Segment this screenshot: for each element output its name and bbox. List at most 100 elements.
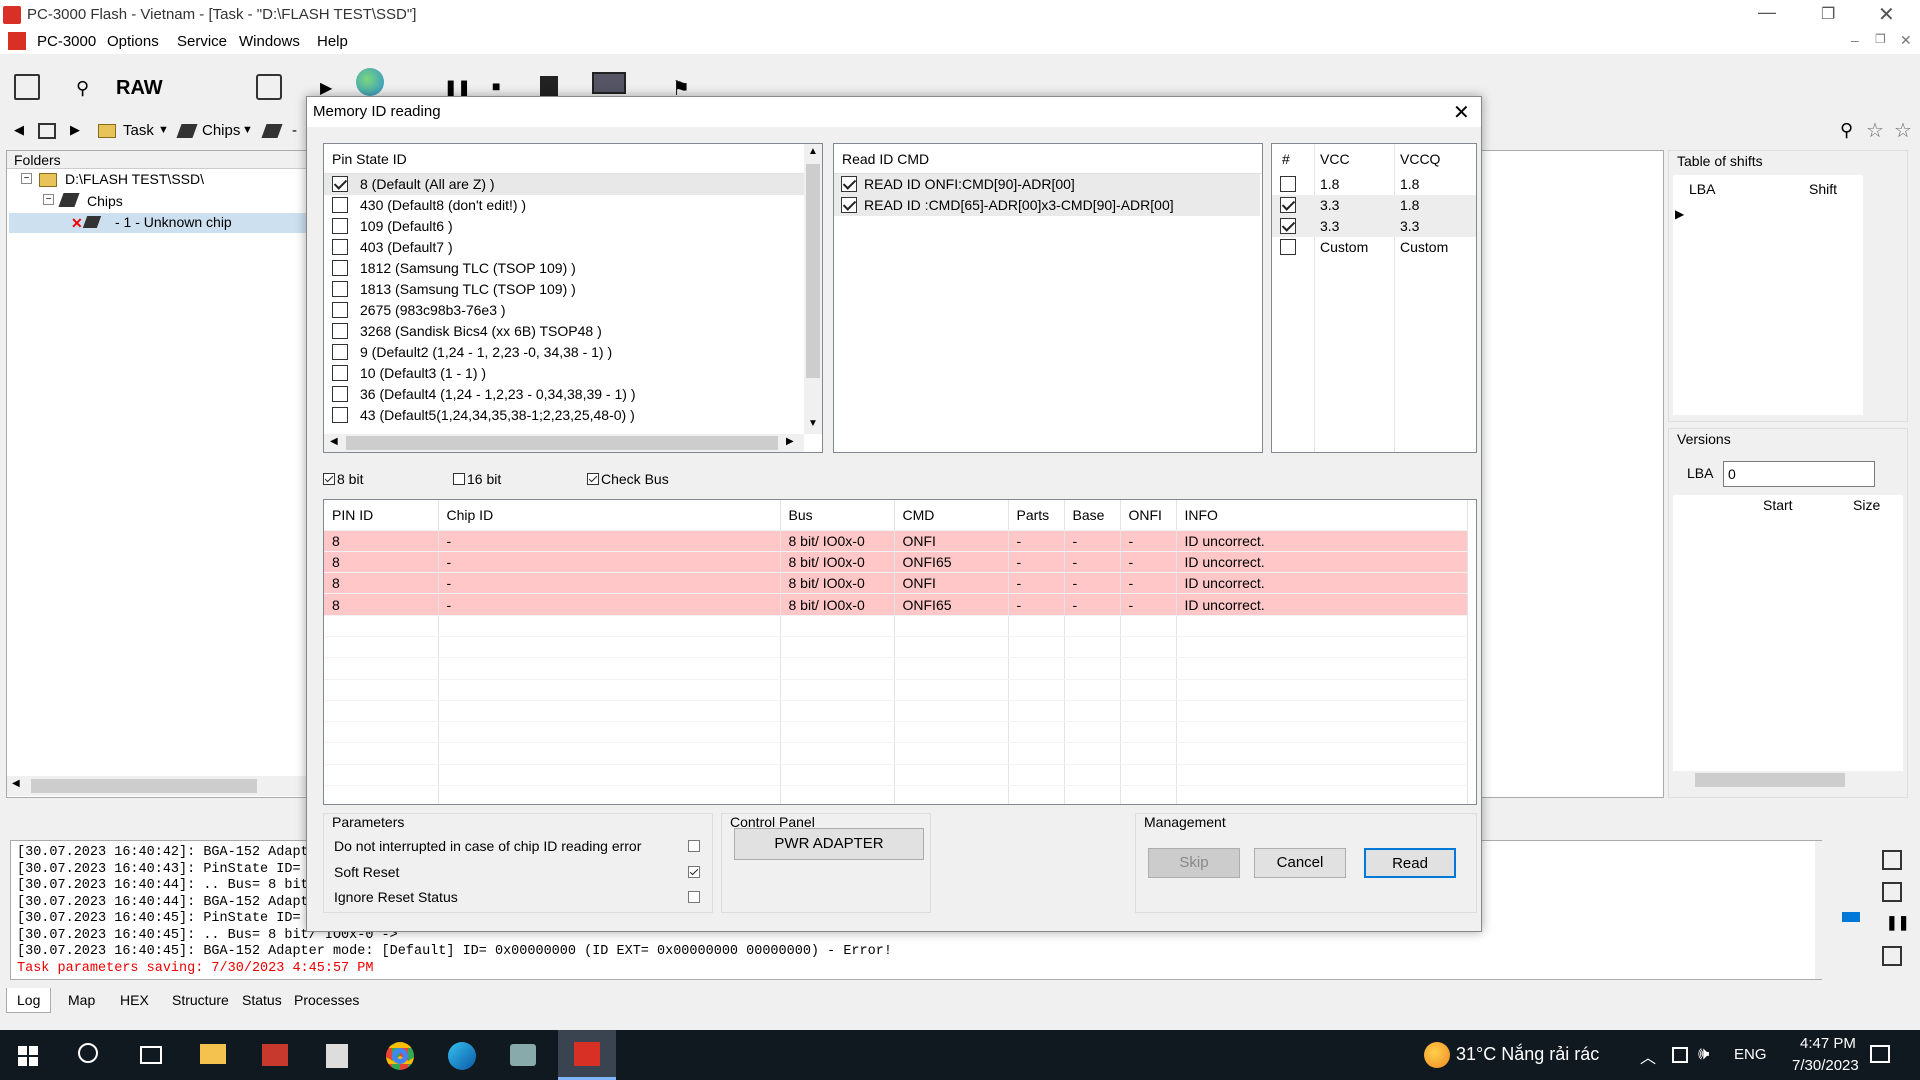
pin-state-checkbox[interactable]	[332, 281, 348, 297]
app3-taskbar-icon[interactable]	[510, 1044, 536, 1066]
results-row[interactable]: 8-8 bit/ IO0x-0 ONFI - - - ID uncorrect.	[324, 572, 1468, 595]
pwr-adapter-button[interactable]: PWR ADAPTER	[734, 828, 924, 860]
pin-state-item[interactable]: 10 (Default3 (1 - 1) )	[324, 363, 804, 384]
play-icon[interactable]: ▶	[320, 78, 332, 98]
pin-state-item[interactable]: 430 (Default8 (don't edit!) )	[324, 195, 804, 216]
edge-icon[interactable]	[448, 1042, 476, 1070]
search-taskbar-icon[interactable]	[78, 1043, 98, 1063]
voltage-row[interactable]: 3.3 3.3	[1272, 216, 1476, 237]
dialog-close-icon[interactable]: ✕	[1453, 100, 1470, 125]
results-row[interactable]	[324, 785, 1468, 804]
task-view-icon[interactable]	[140, 1046, 162, 1064]
pin-state-checkbox[interactable]	[332, 176, 348, 192]
tab-structure[interactable]: Structure	[172, 992, 229, 1008]
pause-icon[interactable]: ❚❚	[444, 78, 471, 98]
pause-log-icon[interactable]: ❚❚	[1886, 914, 1909, 931]
pin-hscroll[interactable]: ◀ ▶	[324, 434, 804, 452]
results-row[interactable]	[324, 657, 1468, 680]
menu-options[interactable]: Options	[107, 33, 159, 50]
pin-state-checkbox[interactable]	[332, 386, 348, 402]
chip-icon[interactable]	[540, 76, 558, 96]
versions-hscroll[interactable]	[1673, 771, 1903, 789]
versions-lba-input[interactable]: 0	[1723, 461, 1875, 487]
mdi-minimize-icon[interactable]: –	[1851, 32, 1859, 48]
pin-state-item[interactable]: 9 (Default2 (1,24 - 1, 2,23 -0, 34,38 - …	[324, 342, 804, 363]
pin-state-item[interactable]: 1812 (Samsung TLC (TSOP 109) )	[324, 258, 804, 279]
scroll-left-icon[interactable]: ◀	[12, 778, 20, 789]
clock-time[interactable]: 4:47 PM	[1800, 1035, 1856, 1052]
menu-help[interactable]: Help	[317, 33, 348, 50]
tab-status[interactable]: Status	[242, 992, 282, 1008]
hscroll-left-icon[interactable]: ◀	[330, 436, 338, 447]
close-icon[interactable]: ✕	[1878, 2, 1895, 27]
tree-selected-row[interactable]: ✕ - 1 - Unknown chip	[9, 213, 309, 233]
task-sheet-icon[interactable]	[14, 74, 40, 100]
save-log-icon[interactable]	[1882, 882, 1902, 902]
binoculars-icon[interactable]: ⚲	[76, 78, 89, 99]
pin-state-checkbox[interactable]	[332, 239, 348, 255]
pin-state-checkbox[interactable]	[332, 365, 348, 381]
results-row[interactable]	[324, 700, 1468, 723]
star-add-icon[interactable]: ☆	[1866, 118, 1884, 143]
nav-chips[interactable]: Chips	[202, 122, 240, 139]
voltage-checkbox[interactable]	[1280, 197, 1296, 213]
results-row[interactable]	[324, 742, 1468, 765]
pin-state-item[interactable]: 36 (Default4 (1,24 - 1,2,23 - 0,34,38,39…	[324, 384, 804, 405]
tab-hex[interactable]: HEX	[120, 992, 149, 1008]
pin-state-checkbox[interactable]	[332, 302, 348, 318]
voltage-checkbox[interactable]	[1280, 176, 1296, 192]
forward-icon[interactable]: ▶	[70, 122, 80, 138]
voltage-checkbox[interactable]	[1280, 239, 1296, 255]
results-row[interactable]	[324, 636, 1468, 659]
results-row[interactable]	[324, 615, 1468, 637]
star-icon[interactable]: ☆	[1894, 118, 1912, 143]
export-icon[interactable]	[256, 74, 282, 100]
results-row[interactable]: 8-8 bit/ IO0x-0 ONFI65- - - ID uncorrect.	[324, 593, 1468, 616]
hscroll-right-icon[interactable]: ▶	[786, 436, 794, 447]
pin-state-item[interactable]: 2675 (983c98b3-76e3 )	[324, 300, 804, 321]
mdi-restore-icon[interactable]: ❐	[1875, 32, 1886, 46]
pin-vscroll[interactable]: ▲ ▼	[804, 144, 822, 434]
save-as-log-icon[interactable]	[1882, 946, 1902, 966]
collapse-root-icon[interactable]: −	[21, 173, 32, 184]
pin-state-checkbox[interactable]	[332, 407, 348, 423]
tab-map[interactable]: Map	[68, 992, 95, 1008]
language-indicator[interactable]: ENG	[1734, 1046, 1767, 1063]
weather-text[interactable]: 31°C Nắng rải rác	[1456, 1044, 1599, 1065]
pin-state-checkbox[interactable]	[332, 344, 348, 360]
menu-windows[interactable]: Windows	[239, 33, 300, 50]
soft-reset-checkbox[interactable]	[688, 866, 700, 878]
raw-button[interactable]: RAW	[116, 77, 163, 100]
skip-button[interactable]: Skip	[1148, 848, 1240, 878]
file-explorer-icon[interactable]	[200, 1044, 226, 1064]
voltage-row[interactable]: 3.3 1.8	[1272, 195, 1476, 216]
pin-state-checkbox[interactable]	[332, 218, 348, 234]
read-cmd-item[interactable]: READ ID ONFI:CMD[90]-ADR[00]	[834, 174, 1260, 195]
monitor-icon[interactable]	[592, 72, 626, 94]
restore-icon[interactable]: ❐	[1821, 4, 1835, 24]
volume-icon[interactable]: 🕪	[1698, 1043, 1709, 1064]
results-row[interactable]: 8-8 bit/ IO0x-0 ONFI65- - - ID uncorrect.	[324, 551, 1468, 574]
clock-date[interactable]: 7/30/2023	[1792, 1057, 1859, 1074]
cancel-button[interactable]: Cancel	[1254, 848, 1346, 878]
read-cmd-checkbox[interactable]	[841, 197, 857, 213]
collapse-chips-icon[interactable]: −	[43, 194, 54, 205]
results-row[interactable]: 8-8 bit/ IO0x-0 ONFI - - - ID uncorrect.	[324, 530, 1468, 552]
folder-chips[interactable]: Chips	[87, 193, 123, 209]
pin-vscroll-thumb[interactable]	[806, 164, 820, 378]
tray-chevron-icon[interactable]: ︿	[1640, 1044, 1656, 1068]
bit16-checkbox[interactable]	[453, 473, 465, 485]
print-icon[interactable]	[38, 123, 56, 139]
stop-icon[interactable]: ■	[492, 78, 500, 94]
read-button[interactable]: Read	[1364, 848, 1456, 878]
voltage-checkbox[interactable]	[1280, 218, 1296, 234]
read-cmd-checkbox[interactable]	[841, 176, 857, 192]
task-dropdown-icon[interactable]: ▼	[158, 124, 169, 136]
nav-task[interactable]: Task	[123, 122, 154, 139]
results-row[interactable]	[324, 679, 1468, 701]
scroll-up-icon[interactable]: ▲	[808, 146, 818, 157]
pin-state-item[interactable]: 109 (Default6 )	[324, 216, 804, 237]
pin-hscroll-thumb[interactable]	[346, 436, 778, 450]
app-taskbar-icon[interactable]	[262, 1044, 288, 1066]
pin-state-item[interactable]: 8 (Default (All are Z) )	[324, 174, 804, 195]
